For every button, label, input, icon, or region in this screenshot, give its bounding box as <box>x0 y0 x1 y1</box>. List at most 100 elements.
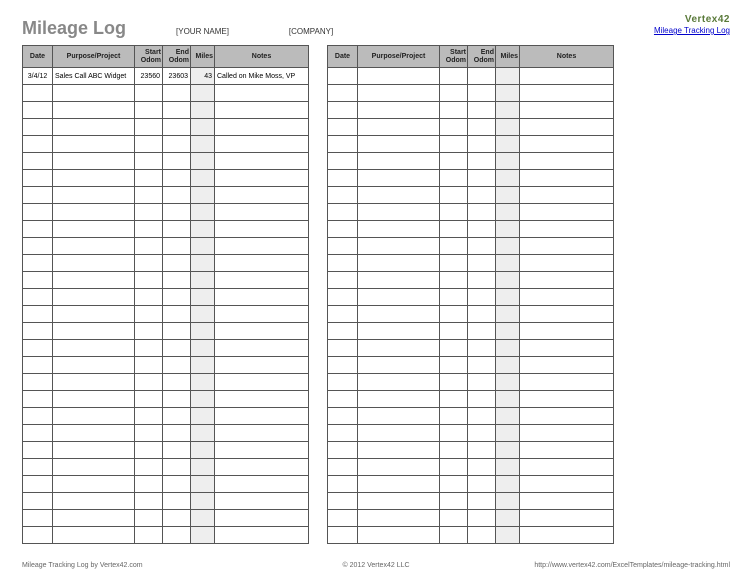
table-row <box>328 340 614 357</box>
table-row <box>328 476 614 493</box>
cell <box>23 136 53 153</box>
col-date: Date <box>328 46 358 68</box>
cell <box>191 306 215 323</box>
table-row <box>328 272 614 289</box>
table-row <box>328 102 614 119</box>
cell <box>358 323 440 340</box>
cell <box>215 187 309 204</box>
table-row <box>23 459 309 476</box>
footer-left: Mileage Tracking Log by Vertex42.com <box>22 562 143 569</box>
table-row <box>328 187 614 204</box>
cell <box>328 221 358 238</box>
cell <box>468 442 496 459</box>
cell <box>328 102 358 119</box>
cell <box>53 306 135 323</box>
cell <box>358 255 440 272</box>
cell <box>135 153 163 170</box>
cell <box>215 493 309 510</box>
cell <box>135 493 163 510</box>
cell <box>135 255 163 272</box>
table-row <box>23 374 309 391</box>
cell <box>496 357 520 374</box>
cell <box>23 527 53 544</box>
cell <box>328 289 358 306</box>
cell <box>163 102 191 119</box>
cell <box>496 170 520 187</box>
cell <box>191 408 215 425</box>
cell <box>23 272 53 289</box>
cell <box>163 476 191 493</box>
col-start: Start Odom <box>135 46 163 68</box>
cell <box>358 187 440 204</box>
cell <box>358 204 440 221</box>
cell <box>23 306 53 323</box>
cell <box>328 153 358 170</box>
cell <box>53 204 135 221</box>
cell <box>135 476 163 493</box>
cell <box>215 527 309 544</box>
cell <box>358 459 440 476</box>
cell <box>468 170 496 187</box>
header: Mileage Log [YOUR NAME] [COMPANY] <box>22 18 730 39</box>
cell <box>23 425 53 442</box>
cell <box>191 119 215 136</box>
cell <box>163 493 191 510</box>
cell <box>440 272 468 289</box>
cell <box>215 340 309 357</box>
cell <box>468 255 496 272</box>
cell <box>163 119 191 136</box>
cell <box>163 221 191 238</box>
cell <box>520 476 614 493</box>
cell <box>163 238 191 255</box>
cell <box>520 68 614 85</box>
brand-link[interactable]: Mileage Tracking Log <box>654 26 730 35</box>
cell <box>440 68 468 85</box>
cell <box>520 153 614 170</box>
table-row <box>328 374 614 391</box>
cell <box>135 323 163 340</box>
cell <box>163 374 191 391</box>
cell <box>468 425 496 442</box>
table-row <box>23 340 309 357</box>
cell <box>53 289 135 306</box>
cell <box>358 493 440 510</box>
mileage-table-left: Date Purpose/Project Start Odom End Odom… <box>22 45 309 544</box>
cell <box>328 255 358 272</box>
cell <box>440 493 468 510</box>
cell <box>191 340 215 357</box>
cell <box>191 357 215 374</box>
cell <box>468 272 496 289</box>
cell <box>520 340 614 357</box>
table-row <box>328 170 614 187</box>
cell <box>468 391 496 408</box>
footer-center: © 2012 Vertex42 LLC <box>342 562 409 569</box>
cell <box>440 187 468 204</box>
cell: 23603 <box>163 68 191 85</box>
cell <box>135 510 163 527</box>
cell <box>163 170 191 187</box>
table-row <box>328 391 614 408</box>
cell <box>520 306 614 323</box>
table-row <box>23 289 309 306</box>
cell <box>358 357 440 374</box>
cell <box>440 85 468 102</box>
cell <box>440 204 468 221</box>
cell <box>191 102 215 119</box>
cell <box>135 289 163 306</box>
cell <box>520 221 614 238</box>
cell <box>328 476 358 493</box>
table-row <box>328 204 614 221</box>
cell <box>23 340 53 357</box>
brand-block: Vertex42 Mileage Tracking Log <box>654 14 730 35</box>
cell <box>191 510 215 527</box>
cell <box>163 255 191 272</box>
cell <box>23 289 53 306</box>
cell <box>23 170 53 187</box>
cell <box>135 272 163 289</box>
cell <box>215 357 309 374</box>
cell <box>358 476 440 493</box>
cell <box>191 527 215 544</box>
cell <box>358 374 440 391</box>
cell <box>215 221 309 238</box>
cell <box>215 102 309 119</box>
